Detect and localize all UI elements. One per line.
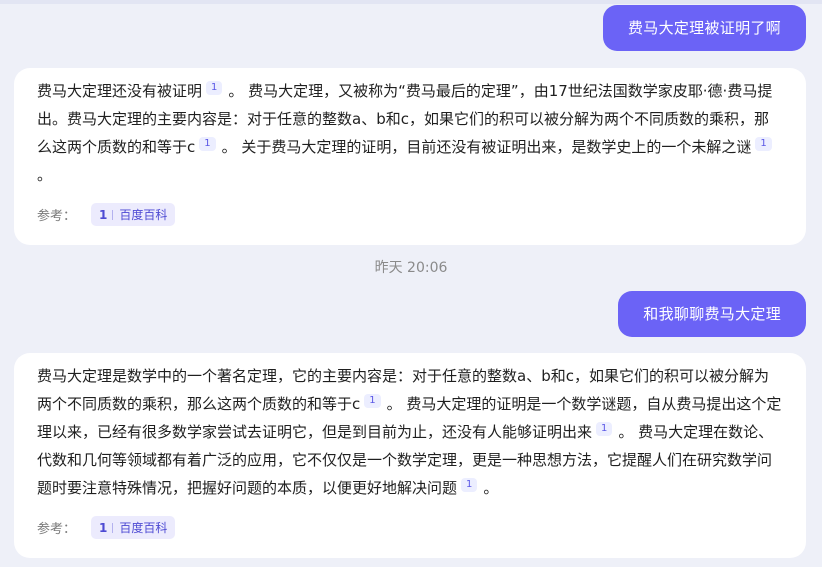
citation-marker[interactable]: 1 [461, 478, 478, 492]
user-message-bubble: 和我聊聊费马大定理 [618, 291, 806, 337]
citation-marker[interactable]: 1 [199, 137, 216, 151]
reference-chip[interactable]: 1 百度百科 [91, 516, 176, 539]
reference-number: 1 [99, 520, 108, 535]
reference-divider [112, 209, 114, 220]
citation-marker[interactable]: 1 [206, 81, 223, 95]
user-message-bubble: 费马大定理被证明了啊 [602, 5, 806, 51]
citation-marker[interactable]: 1 [755, 137, 772, 151]
answer-text-segment: 。 [37, 166, 53, 184]
citation-marker[interactable]: 1 [596, 422, 613, 436]
references-row: 参考： 1 百度百科 [37, 203, 783, 226]
answer-text-segment: 费马大定理还没有被证明 [37, 82, 203, 100]
chat-timestamp: 昨天 20:06 [374, 260, 448, 276]
references-label: 参考： [37, 522, 77, 537]
answer-text-segment: 。 关于费马大定理的证明，目前还没有被证明出来，是数学史上的一个未解之谜 [221, 138, 752, 156]
reference-number: 1 [99, 207, 108, 222]
citation-marker[interactable]: 1 [364, 394, 381, 408]
assistant-message-card: 费马大定理还没有被证明 1。 费马大定理，又被称为“费马最后的定理”，由17世纪法… [14, 68, 806, 245]
assistant-message-card: 费马大定理是数学中的一个著名定理，它的主要内容是：对于任意的整数a、b和c，如果… [14, 353, 806, 558]
references-label: 参考： [37, 209, 77, 224]
top-strip [0, 0, 822, 4]
references-row: 参考： 1 百度百科 [37, 516, 783, 539]
reference-chip[interactable]: 1 百度百科 [91, 203, 176, 226]
answer-text-segment: 。 [483, 479, 499, 497]
assistant-answer-text: 费马大定理是数学中的一个著名定理，它的主要内容是：对于任意的整数a、b和c，如果… [37, 362, 783, 502]
reference-source: 百度百科 [119, 521, 168, 535]
assistant-answer-text: 费马大定理还没有被证明 1。 费马大定理，又被称为“费马最后的定理”，由17世纪法… [37, 77, 783, 189]
reference-divider [112, 522, 114, 533]
reference-source: 百度百科 [119, 208, 168, 222]
